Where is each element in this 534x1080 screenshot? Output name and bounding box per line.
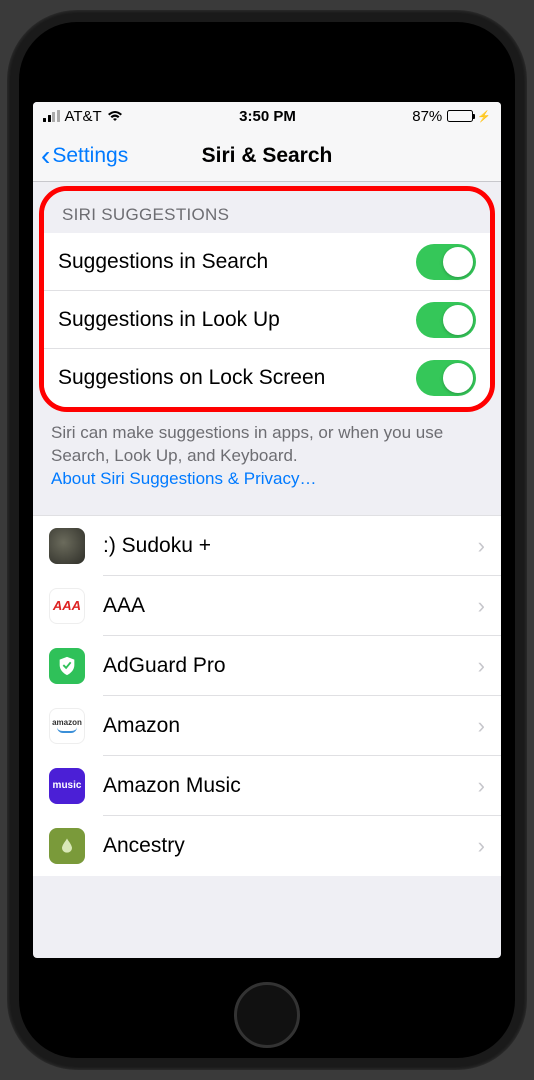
- status-bar: AT&T 3:50 PM 87% ⚡: [33, 102, 501, 130]
- app-icon-amazon: amazon: [49, 708, 85, 744]
- app-row-amazon[interactable]: amazon Amazon ›: [33, 696, 501, 756]
- back-button[interactable]: ‹ Settings: [41, 142, 128, 170]
- chevron-right-icon: ›: [478, 713, 485, 739]
- signal-icon: [43, 110, 60, 122]
- status-right: 87% ⚡: [412, 108, 491, 125]
- app-row-adguard[interactable]: AdGuard Pro ›: [33, 636, 501, 696]
- chevron-right-icon: ›: [478, 833, 485, 859]
- chevron-left-icon: ‹: [41, 142, 50, 170]
- toggle-suggestions-lockscreen[interactable]: [416, 360, 476, 396]
- row-suggestions-lockscreen: Suggestions on Lock Screen: [44, 349, 490, 407]
- status-time: 3:50 PM: [239, 108, 296, 125]
- back-label: Settings: [52, 144, 128, 168]
- row-label: Suggestions on Lock Screen: [58, 366, 416, 390]
- wifi-icon: [107, 110, 123, 122]
- app-row-aaa[interactable]: AAA AAA ›: [33, 576, 501, 636]
- app-name-label: Ancestry: [103, 834, 478, 858]
- screen: AT&T 3:50 PM 87% ⚡ ‹ Settings: [33, 102, 501, 958]
- chevron-right-icon: ›: [478, 653, 485, 679]
- row-suggestions-lookup: Suggestions in Look Up: [44, 291, 490, 349]
- battery-percent: 87%: [412, 108, 442, 125]
- app-name-label: :) Sudoku +: [103, 534, 478, 558]
- phone-inner: AT&T 3:50 PM 87% ⚡ ‹ Settings: [19, 22, 515, 1058]
- about-siri-privacy-link[interactable]: About Siri Suggestions & Privacy…: [51, 469, 317, 488]
- app-name-label: AdGuard Pro: [103, 654, 478, 678]
- amazon-smile-icon: [57, 727, 77, 733]
- app-icon-aaa: AAA: [49, 588, 85, 624]
- home-button[interactable]: [234, 982, 300, 1048]
- app-row-sudoku[interactable]: :) Sudoku + ›: [33, 516, 501, 576]
- toggle-suggestions-lookup[interactable]: [416, 302, 476, 338]
- charging-icon: ⚡: [477, 110, 491, 123]
- app-row-amazon-music[interactable]: music Amazon Music ›: [33, 756, 501, 816]
- toggle-suggestions-search[interactable]: [416, 244, 476, 280]
- section-footer: Siri can make suggestions in apps, or wh…: [33, 412, 501, 515]
- icon-text: amazon: [52, 718, 82, 727]
- app-icon-adguard: [49, 648, 85, 684]
- status-left: AT&T: [43, 108, 123, 125]
- row-label: Suggestions in Search: [58, 250, 416, 274]
- app-name-label: Amazon: [103, 714, 478, 738]
- app-icon-sudoku: [49, 528, 85, 564]
- chevron-right-icon: ›: [478, 533, 485, 559]
- app-icon-ancestry: [49, 828, 85, 864]
- nav-bar: ‹ Settings Siri & Search: [33, 130, 501, 182]
- row-label: Suggestions in Look Up: [58, 308, 416, 332]
- chevron-right-icon: ›: [478, 773, 485, 799]
- footer-text: Siri can make suggestions in apps, or wh…: [51, 423, 443, 465]
- phone-frame: AT&T 3:50 PM 87% ⚡ ‹ Settings: [7, 10, 527, 1070]
- icon-text: AAA: [53, 598, 81, 613]
- app-list: :) Sudoku + › AAA AAA › AdGuard Pro ›: [33, 515, 501, 876]
- highlighted-section: SIRI SUGGESTIONS Suggestions in Search S…: [39, 186, 495, 412]
- row-suggestions-search: Suggestions in Search: [44, 233, 490, 291]
- app-icon-amazon-music: music: [49, 768, 85, 804]
- app-name-label: AAA: [103, 594, 478, 618]
- page-title: Siri & Search: [202, 144, 333, 168]
- icon-text: music: [53, 780, 82, 791]
- battery-icon: [447, 110, 473, 122]
- carrier-label: AT&T: [65, 108, 102, 125]
- content: SIRI SUGGESTIONS Suggestions in Search S…: [33, 182, 501, 958]
- section-header-siri-suggestions: SIRI SUGGESTIONS: [44, 191, 490, 233]
- chevron-right-icon: ›: [478, 593, 485, 619]
- app-name-label: Amazon Music: [103, 774, 478, 798]
- app-row-ancestry[interactable]: Ancestry ›: [33, 816, 501, 876]
